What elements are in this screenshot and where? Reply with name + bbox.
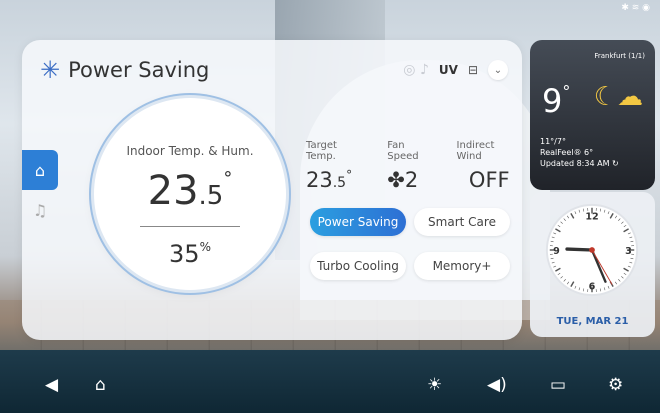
- indoor-temp-int: 23: [147, 168, 199, 214]
- humidity-value: 35: [169, 240, 200, 268]
- weather-temp-value: 9: [542, 82, 563, 120]
- bell-icon: ♫: [32, 200, 48, 220]
- side-tabs: ⌂ ♫: [22, 150, 58, 230]
- tab-notifications[interactable]: ♫: [22, 190, 58, 230]
- indirect-wind-value: OFF: [468, 168, 510, 192]
- target-temp-value: 23.5°: [306, 168, 369, 192]
- ventilation-icon[interactable]: ⊟: [468, 63, 478, 77]
- fan-speed-label: Fan Speed: [387, 140, 419, 162]
- indoor-dial: Indoor Temp. & Hum. 23.5° 35%: [94, 98, 286, 290]
- indoor-temp-unit: °: [223, 168, 233, 189]
- turbo-cooling-button[interactable]: Turbo Cooling: [310, 252, 406, 280]
- mode-header: ✳ Power Saving: [40, 58, 209, 82]
- fan-speed-number: 2: [404, 168, 419, 192]
- weather-temp: 9°: [542, 82, 570, 120]
- indirect-wind-label: Indirect Wind: [456, 140, 495, 162]
- fan-icon: ✤: [387, 168, 405, 192]
- back-icon[interactable]: ◀: [45, 375, 58, 395]
- weather-widget[interactable]: Frankfurt (1/1) 9° ☾☁ 11°/7° RealFeel® 6…: [530, 40, 655, 190]
- indoor-humidity: 35%: [94, 240, 286, 268]
- refresh-icon[interactable]: ↻: [612, 159, 619, 168]
- uv-label: UV: [438, 63, 458, 77]
- clock-number-9: 9: [553, 246, 560, 257]
- status-icons: ✱ ≋ ◉: [621, 3, 650, 13]
- clock-hour-hand: [565, 247, 594, 252]
- disabled-status-icon: ◎ ♪: [403, 62, 429, 78]
- target-temp-int: 23: [306, 168, 333, 192]
- power-saving-button[interactable]: Power Saving: [310, 208, 406, 236]
- moon-cloud-icon: ☾☁: [593, 82, 643, 112]
- chevron-down-icon[interactable]: ⌄: [488, 60, 508, 80]
- weather-updated-row: Updated 8:34 AM ↻: [540, 158, 619, 169]
- indoor-label: Indoor Temp. & Hum.: [126, 144, 254, 158]
- clock-widget[interactable]: 12 3 6 9 TUE, MAR 21: [530, 192, 655, 337]
- weather-details: 11°/7° RealFeel® 6° Updated 8:34 AM ↻: [540, 136, 619, 169]
- fan-speed[interactable]: Fan Speed ✤2: [387, 140, 438, 192]
- home-icon: ⌂: [34, 160, 46, 180]
- control-stats: Target Temp. 23.5° Fan Speed ✤2 Indirect…: [306, 140, 522, 192]
- snowflake-icon: ✳: [40, 56, 61, 84]
- smart-care-button[interactable]: Smart Care: [414, 208, 510, 236]
- bottom-bar: ◀ ⌂ ☀ ◀) ▭ ⚙: [0, 365, 660, 405]
- indoor-temp-dec: .5: [198, 181, 224, 211]
- clock-number-3: 3: [625, 246, 632, 257]
- weather-city: Frankfurt (1/1): [594, 52, 645, 60]
- clock-number-12: 12: [585, 211, 598, 222]
- humidity-unit: %: [199, 240, 211, 254]
- status-bar: ✱ ≋ ◉: [621, 3, 650, 13]
- clock-center: [589, 247, 595, 253]
- dial-divider: [140, 226, 240, 227]
- memory-plus-button[interactable]: Memory+: [414, 252, 510, 280]
- home-icon[interactable]: ⌂: [95, 375, 106, 395]
- target-temp[interactable]: Target Temp. 23.5°: [306, 140, 369, 192]
- page-title: Power Saving: [68, 58, 210, 82]
- settings-icon[interactable]: ⚙: [608, 375, 623, 395]
- header-icons: ◎ ♪ UV ⊟ ⌄: [403, 60, 508, 80]
- weather-realfeel: RealFeel® 6°: [540, 148, 594, 157]
- main-card: ✳ Power Saving ◎ ♪ UV ⊟ ⌄ ⌂ ♫ Indoor Tem…: [22, 40, 522, 340]
- brightness-icon[interactable]: ☀: [427, 375, 442, 395]
- fan-speed-value: ✤2: [387, 168, 438, 192]
- indoor-temperature: 23.5°: [94, 168, 286, 214]
- target-temp-label: Target Temp.: [306, 140, 337, 162]
- weather-updated: Updated 8:34 AM: [540, 159, 610, 168]
- clock-number-6: 6: [589, 281, 596, 292]
- analog-clock: 12 3 6 9: [545, 203, 639, 297]
- indirect-wind[interactable]: Indirect Wind OFF: [457, 140, 522, 192]
- screen-mirror-icon[interactable]: ▭: [550, 375, 566, 395]
- weather-temp-unit: °: [562, 82, 571, 101]
- target-temp-dec: .5: [332, 175, 347, 191]
- tab-home[interactable]: ⌂: [22, 150, 58, 190]
- volume-icon[interactable]: ◀): [487, 375, 507, 395]
- weather-hi-lo: 11°/7°: [540, 137, 566, 146]
- target-temp-unit: °: [346, 168, 353, 182]
- clock-date: TUE, MAR 21: [556, 316, 629, 327]
